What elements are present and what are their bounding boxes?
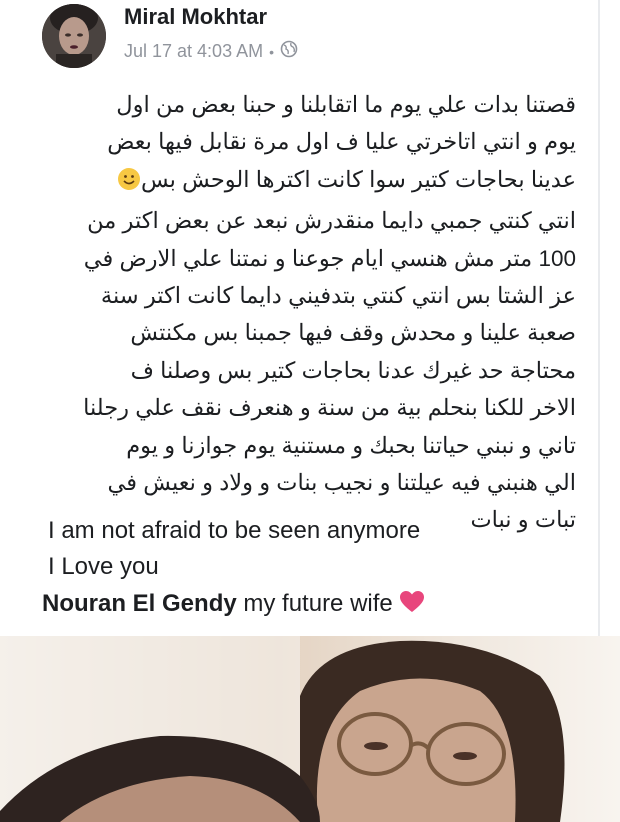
smile-emoji-icon (117, 165, 141, 202)
arabic-line-5: 100 متر مش هنسي ايام جوعنا و نمتنا علي ا… (83, 245, 576, 271)
author-name[interactable]: Miral Mokhtar (124, 4, 267, 30)
arabic-line-4: انتي كنتي جمبي دايما منقدرش نبعد عن بعض … (87, 208, 576, 234)
post-timestamp[interactable]: Jul 17 at 4:03 AM (124, 41, 263, 62)
pink-heart-icon (399, 590, 425, 621)
post-photo[interactable] (0, 636, 620, 822)
card-border (598, 0, 600, 640)
globe-icon[interactable] (280, 40, 298, 63)
arabic-line-11: الي هنبني فيه عيلتنا و نجيب بنات و ولاد … (107, 470, 577, 496)
arabic-line-2: يوم و انتي اتاخرتي عليا ف اول مرة نقابل … (107, 129, 576, 155)
arabic-line-1: قصتنا بدات علي يوم ما اتقابلنا و حبنا بع… (116, 92, 576, 117)
post-body-arabic: قصتنا بدات علي يوم ما اتقابلنا و حبنا بع… (44, 86, 576, 539)
post-meta: Jul 17 at 4:03 AM • (124, 40, 298, 63)
post-card: Miral Mokhtar Jul 17 at 4:03 AM • قصتنا … (0, 0, 620, 640)
arabic-line-10: تاني و نبني حياتنا بحبك و مستنية يوم جوا… (126, 432, 576, 458)
arabic-line-3: عدينا بحاجات كتير سوا كانت اكترها الوحش … (140, 166, 576, 192)
arabic-line-3-wrap: عدينا بحاجات كتير سوا كانت اكترها الوحش … (44, 161, 576, 202)
author-avatar[interactable] (42, 4, 106, 68)
tag-suffix: my future wife (236, 590, 393, 617)
tagged-user-link[interactable]: Nouran El Gendy (42, 590, 237, 617)
arabic-line-6: عز الشتا بس انتي كنتي بتدفيني دايما كانت… (100, 283, 576, 309)
meta-separator: • (269, 43, 274, 60)
avatar-photo (42, 4, 106, 68)
english-line-1: I am not afraid to be seen anymore (48, 517, 421, 544)
arabic-line-7: صعبة علينا و محدش وقف فيها جمبنا بس مكنت… (130, 320, 576, 346)
arabic-line-9: الاخر للكنا بنحلم بية من سنة و هنعرف نقف… (83, 395, 576, 421)
arabic-line-8: محتاجة حد غيرك عدنا بحاجات كتير بس وصلنا… (130, 357, 576, 383)
english-line-2: I Love you (48, 553, 159, 580)
signature-line: Nouran El Gendy my future wife (42, 590, 425, 621)
photo-image (0, 636, 620, 822)
